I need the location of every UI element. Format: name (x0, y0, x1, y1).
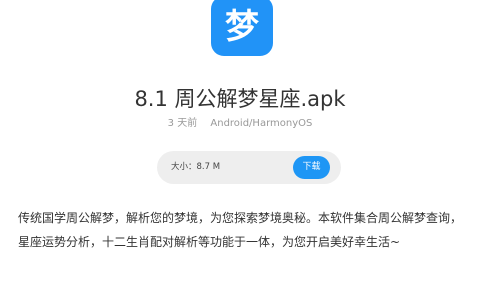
app-icon: 梦 (211, 0, 273, 56)
platform-label: Android/HarmonyOS (210, 118, 313, 129)
file-size: 大小：8.7 M (171, 162, 221, 172)
app-meta: 3 天前 Android/HarmonyOS (0, 117, 480, 131)
app-description: 传统国学周公解梦，解析您的梦境，为您探索梦境奥秘。本软件集合周公解梦查询，星座运… (18, 211, 463, 249)
app-title: 8.1 周公解梦星座.apk (134, 87, 346, 111)
download-bar: 大小：8.7 M 下载 (157, 151, 341, 184)
publish-time: 3 天前 (167, 118, 198, 129)
dream-logo-icon: 梦 (225, 7, 259, 47)
download-button[interactable]: 下载 (293, 156, 330, 179)
